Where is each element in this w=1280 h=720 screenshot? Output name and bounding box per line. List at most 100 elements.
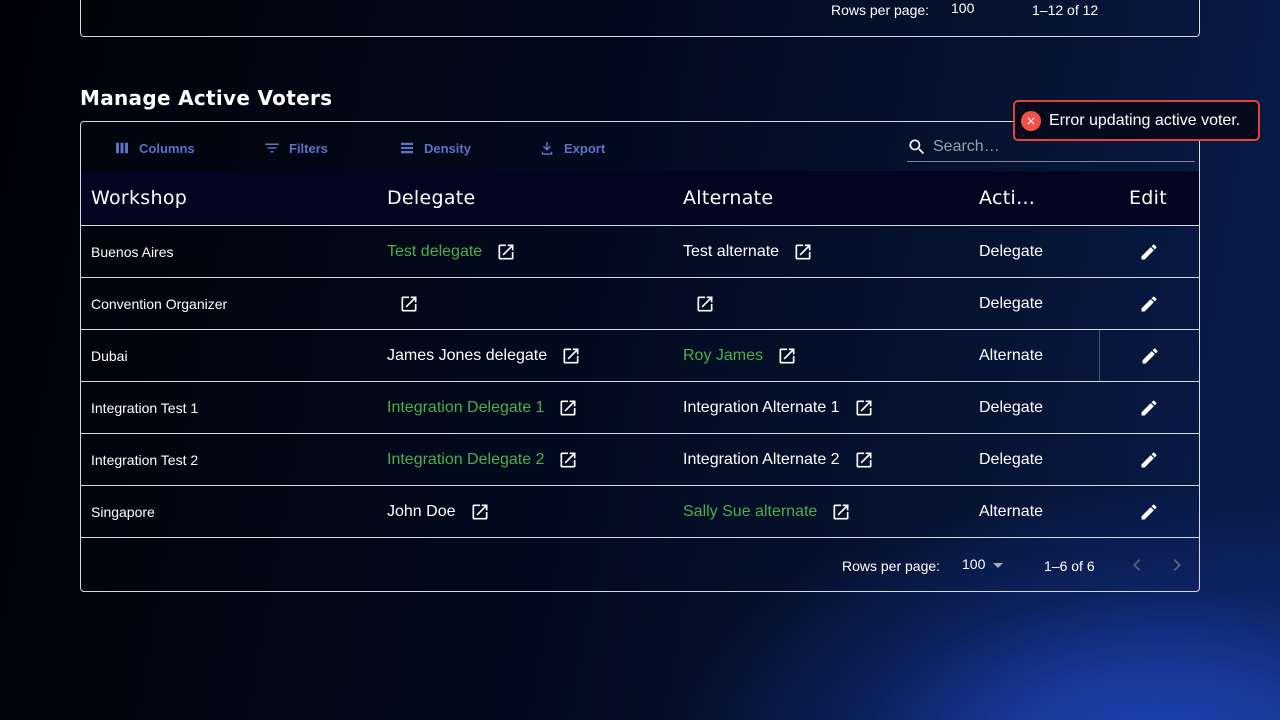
download-icon <box>541 142 553 155</box>
open-in-new-icon[interactable] <box>793 242 813 262</box>
error-icon <box>1021 110 1041 131</box>
table-row[interactable]: Dubai James Jones delegate Roy James Altern… <box>81 330 1199 382</box>
active-cell: Delegate <box>979 382 1043 433</box>
alternate-cell <box>683 278 715 329</box>
table-row[interactable]: Convention Organizer Delegate <box>81 278 1199 330</box>
workshop-cell: Dubai <box>91 330 128 381</box>
active-value: Delegate <box>979 450 1044 468</box>
density-label: Density <box>424 140 471 156</box>
density-button[interactable]: Density <box>398 138 471 158</box>
alternate-cell: Sally Sue alternate <box>683 486 851 537</box>
alternate-cell: Integration Alternate 1 <box>683 382 874 433</box>
filter-icon <box>265 143 279 153</box>
table-row[interactable]: Integration Test 1 Integration Delegate 1… <box>81 382 1199 434</box>
next-page-button[interactable] <box>1165 553 1189 577</box>
edit-cell <box>1099 486 1199 537</box>
delegate-name: Integration Delegate 1 <box>387 398 545 416</box>
workshop-name: Dubai <box>91 347 128 364</box>
chevron-left-icon <box>1133 559 1141 571</box>
alternate-cell: Roy James <box>683 330 797 381</box>
open-in-new-icon[interactable] <box>854 450 874 470</box>
grid-footer: Rows per page: 100 1–6 of 6 <box>81 539 1199 591</box>
columns-icon <box>116 142 128 154</box>
delegate-cell: Test delegate <box>387 226 516 277</box>
table-row[interactable]: Singapore John Doe Sally Sue alternate Alte… <box>81 486 1199 538</box>
filters-label: Filters <box>289 140 329 156</box>
header-workshop[interactable]: Workshop <box>91 187 187 209</box>
open-in-new-icon[interactable] <box>470 502 490 522</box>
column-header-row: Workshop Delegate Alternate Acti… Edit <box>81 171 1199 226</box>
active-value: Delegate <box>979 294 1044 312</box>
rows-per-page-select[interactable]: 100 <box>962 556 1004 572</box>
active-voters-grid: Columns Filters Density Export Workshop … <box>80 121 1200 592</box>
pagination-range: 1–6 of 6 <box>1044 558 1095 574</box>
header-active[interactable]: Acti… <box>979 187 1035 209</box>
open-in-new-icon[interactable] <box>558 398 578 418</box>
pagination-range: 1–12 of 12 <box>1032 2 1099 18</box>
workshop-cell: Integration Test 1 <box>91 382 198 433</box>
workshop-name: Integration Test 1 <box>91 399 199 416</box>
filters-button[interactable]: Filters <box>263 138 328 158</box>
rows-per-page-select[interactable]: 100 <box>951 0 974 16</box>
workshop-name: Buenos Aires <box>91 243 174 260</box>
open-in-new-icon[interactable] <box>777 346 797 366</box>
delegate-cell: John Doe <box>387 486 490 537</box>
open-in-new-icon[interactable] <box>558 450 578 470</box>
delegate-name: John Doe <box>387 502 456 520</box>
edit-pencil-icon[interactable] <box>1139 398 1159 418</box>
header-delegate[interactable]: Delegate <box>387 187 476 209</box>
rows-per-page-value: 100 <box>962 556 986 572</box>
section-title: Manage Active Voters <box>80 86 333 110</box>
delegate-cell <box>387 278 419 329</box>
active-value: Delegate <box>979 398 1044 416</box>
alternate-cell: Integration Alternate 2 <box>683 434 874 485</box>
header-alternate[interactable]: Alternate <box>683 187 773 209</box>
delegate-name: Test delegate <box>387 242 483 260</box>
edit-cell <box>1099 226 1199 277</box>
edit-pencil-icon[interactable] <box>1139 450 1159 470</box>
toast-message: Error updating active voter. <box>1049 111 1241 129</box>
edit-pencil-icon[interactable] <box>1140 346 1160 366</box>
active-value: Delegate <box>979 242 1044 260</box>
workshop-cell: Singapore <box>91 486 155 537</box>
alternate-name: Integration Alternate 1 <box>683 398 840 416</box>
table-row[interactable]: Buenos Aires Test delegate Test alternate D… <box>81 226 1199 278</box>
alternate-name: Sally Sue alternate <box>683 502 818 520</box>
workshop-name: Convention Organizer <box>91 295 228 312</box>
search-icon <box>909 139 925 154</box>
previous-table-footer: Rows per page: 100 1–12 of 12 <box>80 0 1200 37</box>
edit-pencil-icon[interactable] <box>1139 502 1159 522</box>
active-cell: Delegate <box>979 434 1043 485</box>
previous-page-button[interactable] <box>1125 553 1149 577</box>
export-label: Export <box>564 140 606 156</box>
density-icon <box>401 142 413 154</box>
workshop-cell: Integration Test 2 <box>91 434 198 485</box>
chevron-right-icon <box>1173 559 1181 571</box>
delegate-name: James Jones delegate <box>387 346 548 364</box>
error-toast: Error updating active voter. <box>1013 100 1260 141</box>
open-in-new-icon[interactable] <box>831 502 851 522</box>
columns-label: Columns <box>139 140 195 156</box>
alternate-name: Roy James <box>683 346 764 364</box>
open-in-new-icon[interactable] <box>399 294 419 314</box>
open-in-new-icon[interactable] <box>695 294 715 314</box>
open-in-new-icon[interactable] <box>561 346 581 366</box>
edit-cell <box>1099 382 1199 433</box>
edit-cell <box>1099 330 1199 381</box>
edit-cell <box>1099 434 1199 485</box>
workshop-cell: Convention Organizer <box>91 278 227 329</box>
active-cell: Delegate <box>979 226 1043 277</box>
edit-pencil-icon[interactable] <box>1139 294 1159 314</box>
open-in-new-icon[interactable] <box>854 398 874 418</box>
edit-pencil-icon[interactable] <box>1139 242 1159 262</box>
columns-button[interactable]: Columns <box>113 138 195 158</box>
table-row[interactable]: Integration Test 2 Integration Delegate 2… <box>81 434 1199 486</box>
delegate-cell: Integration Delegate 2 <box>387 434 578 485</box>
active-value: Alternate <box>979 502 1044 520</box>
open-in-new-icon[interactable] <box>496 242 516 262</box>
workshop-name: Singapore <box>91 503 155 520</box>
rows-per-page-label: Rows per page: <box>831 2 930 18</box>
active-value: Alternate <box>979 346 1044 364</box>
rows-per-page-label: Rows per page: <box>842 558 941 574</box>
export-button[interactable]: Export <box>538 138 605 158</box>
